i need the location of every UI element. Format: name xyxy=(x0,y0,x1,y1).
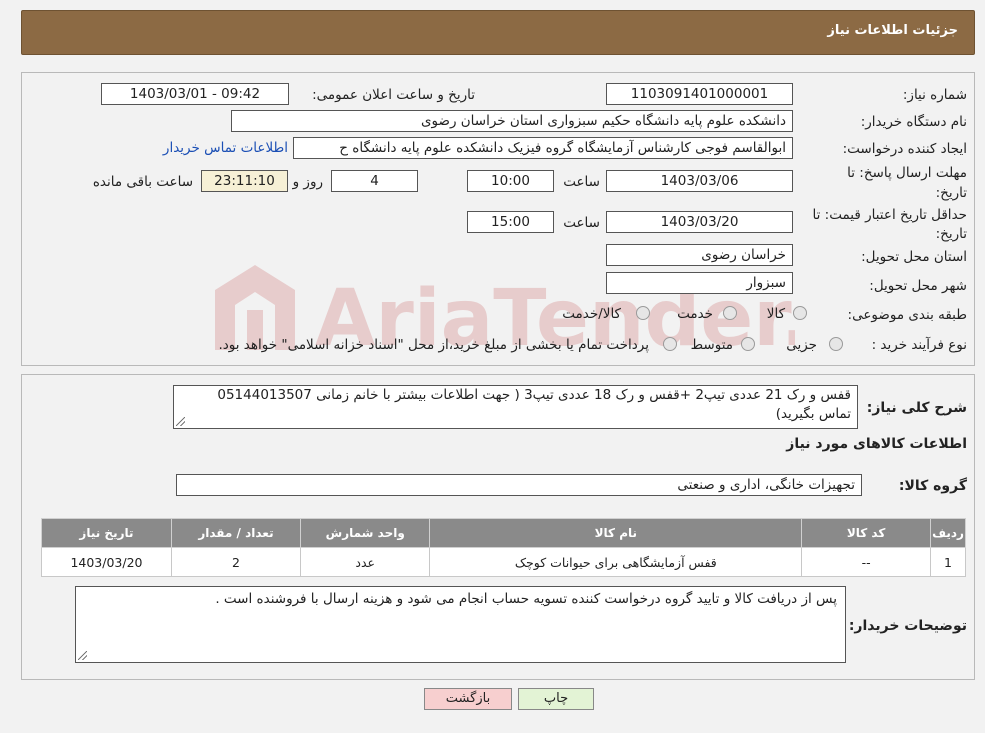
table-header-row: ردیف کد کالا نام کالا واحد شمارش تعداد /… xyxy=(41,518,966,548)
col-code: کد کالا xyxy=(801,518,932,548)
cell-quantity: 2 xyxy=(170,547,302,577)
category-radio-goods-service[interactable] xyxy=(636,306,650,320)
goods-group-field: تجهیزات خانگی، اداری و صنعتی xyxy=(176,474,862,496)
category-option-goods: کالا xyxy=(766,306,785,322)
validity-label-2: تاریخ: xyxy=(935,226,967,242)
validity-time-label: ساعت xyxy=(563,215,600,231)
city-field: سبزوار xyxy=(606,272,793,294)
deadline-time-field: 10:00 xyxy=(467,170,554,192)
province-field: خراسان رضوی xyxy=(606,244,793,266)
city-label: شهر محل تحویل: xyxy=(869,278,967,294)
need-number-field: 1103091401000001 xyxy=(606,83,793,105)
cell-code: -- xyxy=(801,547,932,577)
buyer-org-label: نام دستگاه خریدار: xyxy=(860,114,967,130)
goods-info-title: اطلاعات کالاهای مورد نیاز xyxy=(786,436,967,452)
goods-group-label: گروه کالا: xyxy=(898,478,967,494)
print-button[interactable]: چاپ xyxy=(518,688,594,710)
page-title: جزئیات اطلاعات نیاز xyxy=(827,23,958,38)
need-number-label: شماره نیاز: xyxy=(902,87,967,103)
col-quantity: تعداد / مقدار xyxy=(170,518,302,548)
buyer-org-field: دانشکده علوم پایه دانشگاه حکیم سبزواری ا… xyxy=(231,110,793,132)
days-label: روز و xyxy=(292,174,323,190)
process-radio-minor[interactable] xyxy=(829,337,843,351)
announce-label: تاریخ و ساعت اعلان عمومی: xyxy=(312,87,475,103)
cell-date: 1403/03/20 xyxy=(41,547,172,577)
deadline-label: مهلت ارسال پاسخ: تا xyxy=(847,165,967,181)
category-radio-service[interactable] xyxy=(723,306,737,320)
col-unit: واحد شمارش xyxy=(300,518,431,548)
summary-line-2: تماس بگیرید) xyxy=(775,406,851,422)
cell-unit: عدد xyxy=(300,547,431,577)
requester-field: ابوالقاسم فوجی کارشناس آزمایشگاه گروه فی… xyxy=(293,137,793,159)
deadline-label-2: تاریخ: xyxy=(935,185,967,201)
summary-label: شرح کلی نیاز: xyxy=(866,400,967,416)
requester-label: ایجاد کننده درخواست: xyxy=(842,141,967,157)
deadline-date-field: 1403/03/06 xyxy=(606,170,793,192)
col-date: تاریخ نیاز xyxy=(41,518,172,548)
payment-note: پرداخت تمام یا بخشی از مبلغ خرید،از محل … xyxy=(218,337,649,353)
category-option-service: خدمت xyxy=(677,306,713,322)
category-label: طبقه بندی موضوعی: xyxy=(847,307,967,323)
summary-line-1: قفس و رک 21 عددی تیپ2 +قفس و رک 18 عددی … xyxy=(217,387,851,403)
days-field: 4 xyxy=(331,170,418,192)
category-option-goods-service: کالا/خدمت xyxy=(562,306,621,322)
announce-field: 1403/03/01 - 09:42 xyxy=(101,83,289,105)
process-option-medium: متوسط xyxy=(690,337,733,353)
category-radio-goods[interactable] xyxy=(793,306,807,320)
resize-handle-icon[interactable] xyxy=(176,417,185,426)
buyer-notes-textarea[interactable]: پس از دریافت کالا و تایید گروه درخواست ک… xyxy=(75,586,846,663)
validity-label: حداقل تاریخ اعتبار قیمت: تا xyxy=(812,207,967,223)
remaining-time-field: 23:11:10 xyxy=(201,170,288,192)
cell-name: قفس آزمایشگاهی برای حیوانات کوچک xyxy=(429,547,803,577)
summary-textarea[interactable]: قفس و رک 21 عددی تیپ2 +قفس و رک 18 عددی … xyxy=(173,385,858,429)
col-name: نام کالا xyxy=(429,518,803,548)
process-radio-medium[interactable] xyxy=(741,337,755,351)
deadline-time-label: ساعت xyxy=(563,174,600,190)
process-radio-treasury[interactable] xyxy=(663,337,677,351)
validity-date-field: 1403/03/20 xyxy=(606,211,793,233)
contact-info-link[interactable]: اطلاعات تماس خریدار xyxy=(163,140,288,156)
back-button[interactable]: بازگشت xyxy=(424,688,512,710)
table-row: 1 -- قفس آزمایشگاهی برای حیوانات کوچک عد… xyxy=(41,547,966,577)
cell-row: 1 xyxy=(930,547,966,577)
resize-handle-icon[interactable] xyxy=(78,651,87,660)
process-option-minor: جزیی xyxy=(786,337,817,353)
buyer-notes-text: پس از دریافت کالا و تایید گروه درخواست ک… xyxy=(215,591,837,607)
province-label: استان محل تحویل: xyxy=(861,249,967,265)
remaining-label: ساعت باقی مانده xyxy=(92,174,193,190)
process-label: نوع فرآیند خرید : xyxy=(871,337,967,353)
items-table: ردیف کد کالا نام کالا واحد شمارش تعداد /… xyxy=(41,518,966,577)
col-row: ردیف xyxy=(930,518,966,548)
buyer-notes-label: توضیحات خریدار: xyxy=(848,618,967,634)
validity-time-field: 15:00 xyxy=(467,211,554,233)
page-header: جزئیات اطلاعات نیاز xyxy=(21,10,975,55)
